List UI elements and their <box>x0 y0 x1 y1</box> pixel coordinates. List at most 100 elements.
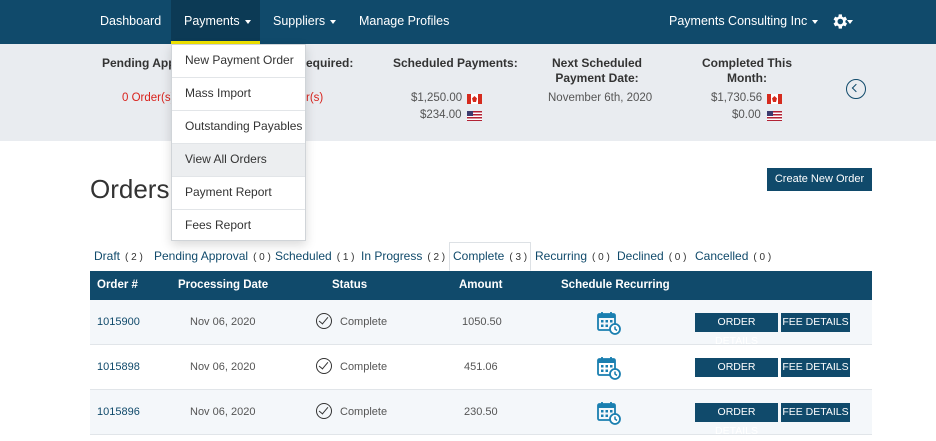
tab-count: ( 0 ) <box>253 252 271 263</box>
usa-flag-icon <box>467 111 482 121</box>
tab-label: Cancelled <box>695 249 749 263</box>
tab-count: ( 2 ) <box>125 252 143 263</box>
tab-label: Complete <box>453 249 505 263</box>
summary-bar: Pending Appro 0 Order(s) equired: r(s) S… <box>0 44 936 141</box>
tab-label: Declined <box>617 249 664 263</box>
tab-scheduled[interactable]: Scheduled ( 1 ) <box>275 242 355 271</box>
next-payment-date-title-line2: Payment Date: <box>555 71 639 85</box>
menu-payment-report[interactable]: Payment Report <box>172 177 305 210</box>
menu-mass-import[interactable]: Mass Import <box>172 78 305 111</box>
tab-complete[interactable]: Complete ( 3 ) <box>449 242 532 271</box>
check-circle-icon <box>316 403 332 419</box>
tab-label: Draft <box>94 249 121 263</box>
tab-label: Pending Approval <box>154 249 249 263</box>
tab-count: ( 2 ) <box>427 252 446 263</box>
processing-date: Nov 06, 2020 <box>190 316 256 328</box>
completed-usd-amount: $0.00 <box>732 109 761 121</box>
tab-label: Scheduled <box>275 249 332 263</box>
amount: 230.50 <box>464 406 498 418</box>
completed-month-title-line2: Month: <box>727 71 767 85</box>
table-row: 1015900 Nov 06, 2020 Complete 1050.50 OR… <box>90 300 872 347</box>
company-menu[interactable]: Payments Consulting Inc <box>669 0 819 44</box>
next-payment-date-title-line1: Next Scheduled <box>551 56 643 70</box>
fee-details-button[interactable]: FEE DETAILS <box>781 313 850 332</box>
create-new-order-button[interactable]: Create New Order <box>767 168 872 191</box>
tab-recurring[interactable]: Recurring ( 0 ) <box>535 242 610 271</box>
menu-outstanding-payables[interactable]: Outstanding Payables <box>172 111 305 144</box>
tab-pending-approval[interactable]: Pending Approval ( 0 ) <box>154 242 271 271</box>
tab-draft[interactable]: Draft ( 2 ) <box>94 242 143 271</box>
tab-count: ( 0 ) <box>753 252 772 263</box>
nav-dashboard[interactable]: Dashboard <box>100 0 161 44</box>
column-amount[interactable]: Amount <box>459 271 502 300</box>
pending-approval-value: 0 Order(s) <box>122 92 175 104</box>
order-details-button[interactable]: ORDER DETAILS <box>695 403 778 437</box>
completed-month-title: Completed This Month: <box>697 56 797 86</box>
column-order-number[interactable]: Order # <box>97 271 138 300</box>
orders-table-header: Order # Processing Date Status Amount Sc… <box>90 271 872 300</box>
calendar-clock-icon[interactable] <box>597 356 621 380</box>
table-row: 1015898 Nov 06, 2020 Complete 451.06 ORD… <box>90 345 872 392</box>
order-number-link[interactable]: 1015900 <box>97 300 140 345</box>
table-row: 1015896 Nov 06, 2020 Complete 230.50 ORD… <box>90 390 872 437</box>
calendar-clock-icon[interactable] <box>597 311 621 335</box>
amount: 451.06 <box>464 361 498 373</box>
tab-count: ( 3 ) <box>509 252 528 263</box>
nav-manage-profiles[interactable]: Manage Profiles <box>359 0 449 44</box>
processing-date: Nov 06, 2020 <box>190 406 256 418</box>
usa-flag-icon <box>767 111 782 121</box>
caret-down-icon <box>244 19 251 24</box>
completed-cad-amount: $1,730.56 <box>711 92 763 104</box>
scheduled-payments-title: Scheduled Payments: <box>393 56 518 70</box>
nav-suppliers[interactable]: Suppliers <box>273 0 337 44</box>
menu-fees-report[interactable]: Fees Report <box>172 210 305 243</box>
order-details-button[interactable]: ORDER DETAILS <box>695 358 778 392</box>
order-status-tabs: Draft ( 2 ) Pending Approval ( 0 ) Schedul… <box>90 242 872 271</box>
page-title: Orders <box>90 174 170 204</box>
settings-menu[interactable] <box>830 0 856 44</box>
check-circle-icon <box>316 313 332 329</box>
nav-payments[interactable]: Payments <box>171 0 260 44</box>
payments-dropdown-menu: New Payment Order Mass Import Outstandin… <box>171 44 306 241</box>
fee-details-button[interactable]: FEE DETAILS <box>781 403 850 422</box>
tab-count: ( 0 ) <box>592 252 610 263</box>
top-navbar: Dashboard Payments Suppliers Manage Prof… <box>0 0 936 44</box>
calendar-clock-icon[interactable] <box>597 401 621 425</box>
scheduled-usd-amount: $234.00 <box>420 109 462 121</box>
check-circle-icon <box>316 358 332 374</box>
amount: 1050.50 <box>462 316 502 328</box>
chevron-left-icon[interactable] <box>846 79 866 99</box>
order-details-button[interactable]: ORDER DETAILS <box>695 313 778 347</box>
menu-new-payment-order[interactable]: New Payment Order <box>172 45 305 78</box>
approval-required-title: equired: <box>306 56 354 70</box>
tab-declined[interactable]: Declined ( 0 ) <box>617 242 686 271</box>
caret-down-icon <box>847 20 853 24</box>
caret-down-icon <box>812 19 819 24</box>
caret-down-icon <box>330 19 337 24</box>
company-name: Payments Consulting Inc <box>669 14 808 28</box>
nav-payments-label: Payments <box>184 14 240 28</box>
column-processing-date[interactable]: Processing Date <box>178 271 268 300</box>
order-number-link[interactable]: 1015896 <box>97 390 140 435</box>
tab-cancelled[interactable]: Cancelled ( 0 ) <box>695 242 771 271</box>
next-payment-date-title: Next Scheduled Payment Date: <box>538 56 656 86</box>
status-text: Complete <box>340 361 388 373</box>
tab-count: ( 0 ) <box>668 252 687 263</box>
menu-view-all-orders[interactable]: View All Orders <box>172 144 305 177</box>
tab-label: In Progress <box>361 249 423 263</box>
canada-flag-icon <box>767 94 782 104</box>
tab-in-progress[interactable]: In Progress ( 2 ) <box>361 242 445 271</box>
order-number-link[interactable]: 1015898 <box>97 345 140 390</box>
completed-month-title-line1: Completed This <box>701 56 792 70</box>
status-text: Complete <box>340 406 388 418</box>
nav-suppliers-label: Suppliers <box>273 14 326 28</box>
fee-details-button[interactable]: FEE DETAILS <box>781 358 850 377</box>
processing-date: Nov 06, 2020 <box>190 361 256 373</box>
scheduled-cad-amount: $1,250.00 <box>411 92 463 104</box>
approval-required-value: r(s) <box>306 92 324 104</box>
status-text: Complete <box>340 316 388 328</box>
next-payment-date-value: November 6th, 2020 <box>548 92 653 104</box>
column-status[interactable]: Status <box>332 271 367 300</box>
column-schedule-recurring: Schedule Recurring <box>561 279 670 291</box>
tab-label: Recurring <box>535 249 588 263</box>
